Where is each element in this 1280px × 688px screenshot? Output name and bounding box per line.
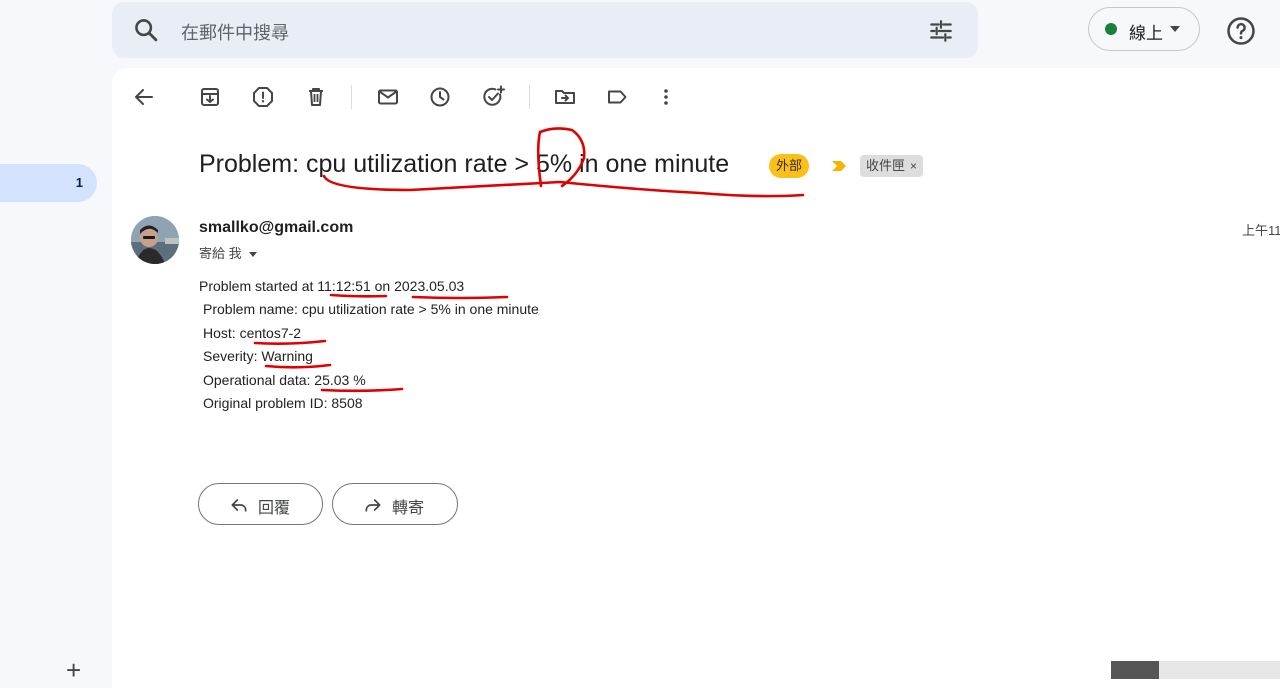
search-options-icon[interactable] — [928, 18, 954, 44]
chevron-down-icon[interactable] — [248, 252, 257, 258]
search-placeholder[interactable]: 在郵件中搜尋 — [181, 19, 289, 45]
importance-marker-icon[interactable] — [831, 160, 847, 172]
snooze-icon[interactable] — [428, 85, 452, 109]
remove-label-icon[interactable]: × — [910, 159, 917, 173]
recipient-text: 寄給 我 — [199, 246, 242, 261]
opdata-label: Operational data: — [203, 372, 311, 388]
status-label: 線上 — [1129, 24, 1163, 43]
taskbar-block — [1111, 661, 1159, 679]
severity-label: Severity: — [203, 348, 262, 364]
forward-icon — [365, 499, 381, 512]
forward-button[interactable]: 轉寄 — [332, 483, 458, 525]
move-to-icon[interactable] — [553, 85, 577, 109]
host-value: centos7-2 — [239, 325, 302, 341]
email-time: 上午11 — [1242, 223, 1280, 238]
unread-count: 1 — [75, 175, 83, 190]
body-line-opdata: Operational data: 25.03 % — [203, 372, 366, 388]
reply-button[interactable]: 回覆 — [198, 483, 323, 525]
help-icon[interactable] — [1226, 16, 1256, 46]
toolbar-divider — [529, 85, 530, 109]
add-task-icon[interactable] — [481, 85, 505, 109]
sidebar-item-inbox[interactable]: 1 — [0, 164, 97, 202]
back-arrow-icon[interactable] — [132, 85, 156, 109]
toolbar-divider — [351, 85, 352, 109]
email-subject: Problem: cpu utilization rate > 5% in on… — [199, 150, 730, 178]
inbox-label-chip: 收件匣 × — [860, 155, 924, 177]
status-selector[interactable]: 線上 — [1088, 7, 1200, 51]
inbox-label-text: 收件匣 — [866, 158, 906, 173]
forward-label: 轉寄 — [392, 500, 425, 517]
search-bar[interactable]: 在郵件中搜尋 — [112, 2, 978, 58]
reply-label: 回覆 — [258, 500, 291, 517]
delete-icon[interactable] — [304, 85, 328, 109]
report-spam-icon[interactable] — [251, 85, 275, 109]
body-line-started: Problem started at 11:12:51 on 2023.05.0… — [199, 278, 464, 294]
avatar — [131, 216, 179, 264]
host-label: Host: — [203, 325, 240, 341]
more-options-icon[interactable] — [654, 85, 678, 109]
status-dot — [1105, 23, 1117, 35]
archive-icon[interactable] — [198, 85, 222, 109]
body-line-problem-id: Original problem ID: 8508 — [203, 395, 363, 411]
body-line-severity: Severity: Warning — [203, 348, 313, 364]
search-icon[interactable] — [132, 16, 160, 44]
started-mid: on — [370, 278, 395, 294]
start-time: 11:12:51 — [317, 278, 371, 294]
add-label-icon[interactable]: + — [66, 657, 81, 683]
recipient-details[interactable]: 寄給 我 — [199, 243, 257, 262]
opdata-value: 25.03 % — [310, 372, 366, 388]
started-prefix: Problem started at — [199, 278, 318, 294]
sender-email[interactable]: smallko@gmail.com — [199, 219, 353, 237]
label-icon[interactable] — [605, 85, 629, 109]
severity-value: Warning — [261, 348, 313, 364]
external-tag: 外部 — [769, 154, 810, 178]
chevron-down-icon — [1170, 26, 1180, 32]
mark-unread-icon[interactable] — [376, 85, 400, 109]
body-line-host: Host: centos7-2 — [203, 325, 301, 341]
reply-icon — [231, 499, 247, 512]
body-line-problem-name: Problem name: cpu utilization rate > 5% … — [203, 301, 539, 317]
start-date: 2023.05.03 — [394, 278, 465, 294]
taskbar-fragment — [1111, 661, 1280, 679]
